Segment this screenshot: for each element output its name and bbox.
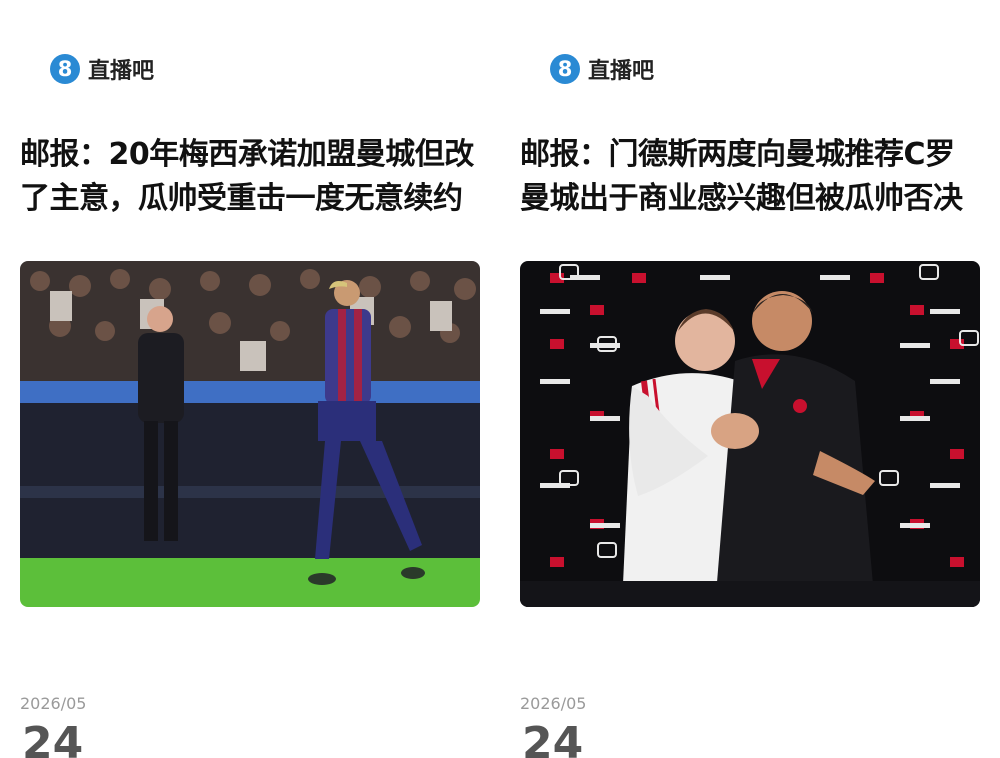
brand: 8 直播吧 [50, 53, 154, 85]
brand: 8 直播吧 [550, 53, 654, 85]
headline[interactable]: 邮报：门德斯两度向曼城推荐C罗 曼城出于商业感兴趣但被瓜帅否决 [520, 133, 980, 221]
post-date: 2026/05 [20, 694, 87, 713]
ronaldo-solskjaer-photo [520, 261, 980, 607]
news-photo[interactable] [520, 261, 980, 607]
messi-guardiola-photo [20, 261, 480, 607]
zhibo8-logo-icon: 8 [50, 54, 80, 84]
zhibo8-logo-icon: 8 [550, 54, 580, 84]
headline-line: 邮报：门德斯两度向曼城推荐C罗 [520, 137, 955, 172]
headline[interactable]: 邮报：20年梅西承诺加盟曼城但改 了主意，瓜帅受重击一度无意续约 [20, 133, 480, 221]
news-photo[interactable] [20, 261, 480, 607]
headline-line: 了主意，瓜帅受重击一度无意续约 [20, 181, 463, 216]
headline-line: 曼城出于商业感兴趣但被瓜帅否决 [520, 181, 963, 216]
news-card[interactable]: 8 直播吧 邮报：20年梅西承诺加盟曼城但改 了主意，瓜帅受重击一度无意续约 2… [20, 0, 480, 758]
brand-name: 直播吧 [88, 59, 155, 84]
post-day: 24 [22, 718, 84, 758]
post-date: 2026/05 [520, 694, 587, 713]
news-feed: 8 直播吧 邮报：20年梅西承诺加盟曼城但改 了主意，瓜帅受重击一度无意续约 2… [0, 0, 1000, 758]
post-day: 24 [522, 718, 584, 758]
brand-name: 直播吧 [588, 59, 655, 84]
headline-line: 邮报：20年梅西承诺加盟曼城但改 [20, 137, 474, 172]
news-card[interactable]: 8 直播吧 邮报：门德斯两度向曼城推荐C罗 曼城出于商业感兴趣但被瓜帅否决 20… [520, 0, 980, 758]
